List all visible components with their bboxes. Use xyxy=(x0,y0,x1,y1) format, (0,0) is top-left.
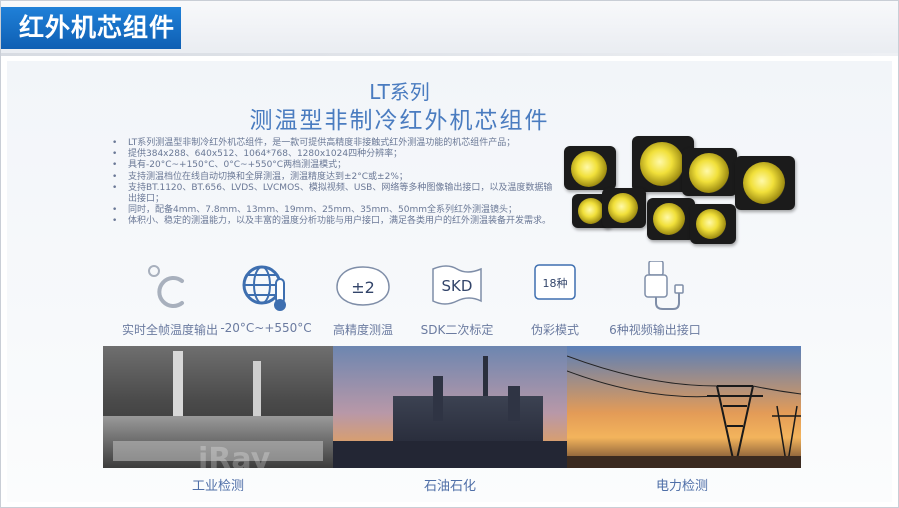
list-item: LT系列测温型非制冷红外机芯组件，是一款可提供高精度非接触式红外测温功能的机芯组… xyxy=(112,138,558,149)
lens-icon xyxy=(571,151,607,187)
product-title: 测温型非制冷红外机芯组件 xyxy=(249,108,550,134)
feature-label: 6种视频输出接口 xyxy=(609,323,701,337)
feature-list: LT系列测温型非制冷红外机芯组件，是一款可提供高精度非接触式红外测温功能的机芯组… xyxy=(112,138,558,228)
lens-icon xyxy=(743,162,785,204)
industrial-photo: iRay xyxy=(103,346,333,468)
lens-icon xyxy=(696,209,726,239)
power-photo xyxy=(567,346,801,468)
camera-core xyxy=(682,148,737,196)
camera-core xyxy=(735,156,795,210)
page-title: 红外机芯组件 xyxy=(1,7,181,49)
usb-plug-icon xyxy=(623,260,687,313)
list-item: 支持BT.1120、BT.656、LVDS、LVCMOS、模拟视频、USB、网络… xyxy=(112,183,558,205)
lens-icon xyxy=(578,198,604,224)
petrochemical-photo xyxy=(333,346,567,468)
list-item: 支持测温档位在线自动切换和全屏测温，测温精度达到±2°C或±2%； xyxy=(112,172,558,183)
list-item: 具有-20°C~+150°C、0°C~+550°C两档测温模式； xyxy=(112,160,558,171)
list-item: 体积小、稳定的测温能力，以及丰富的温度分析功能与用户接口，满足各类用户的红外测温… xyxy=(112,216,558,227)
palette-badge-icon: 18种 xyxy=(523,261,587,313)
watermark-logo: iRay xyxy=(198,442,271,468)
list-item: 同时，配备4mm、7.8mm、13mm、19mm、25mm、35mm、50mm全… xyxy=(112,205,558,216)
lens-icon xyxy=(653,203,685,235)
svg-text:18种: 18种 xyxy=(543,276,568,290)
camera-core xyxy=(647,198,695,240)
content-panel: LT系列 测温型非制冷红外机芯组件 LT系列测温型非制冷红外机芯组件，是一款可提… xyxy=(7,61,892,502)
lens-icon xyxy=(689,153,729,193)
caption-power: 电力检测 xyxy=(655,479,708,494)
slide: 红外机芯组件 LT系列 测温型非制冷红外机芯组件 LT系列测温型非制冷红外机芯组… xyxy=(0,0,899,508)
globe-thermometer-icon xyxy=(234,261,298,313)
lens-icon xyxy=(640,142,684,186)
svg-text:SKD: SKD xyxy=(442,277,473,295)
lens-icon xyxy=(608,193,638,223)
thermometer-c-icon xyxy=(138,261,202,313)
top-bar: 红外机芯组件 xyxy=(1,1,898,56)
accuracy-bubble-icon: ±2 xyxy=(331,261,395,313)
feature-video: 6种视频输出接口 xyxy=(595,260,715,338)
list-item: 提供384x288、640x512、1064*768、1280x1024四种分辨… xyxy=(112,149,558,160)
sdk-flag-icon: SKD xyxy=(425,261,489,313)
caption-petrochemical: 石油石化 xyxy=(423,479,476,494)
caption-industrial: 工业检测 xyxy=(191,479,244,494)
svg-text:±2: ±2 xyxy=(351,278,375,297)
camera-core xyxy=(564,146,616,190)
camera-core xyxy=(602,188,646,228)
camera-core xyxy=(690,204,736,244)
